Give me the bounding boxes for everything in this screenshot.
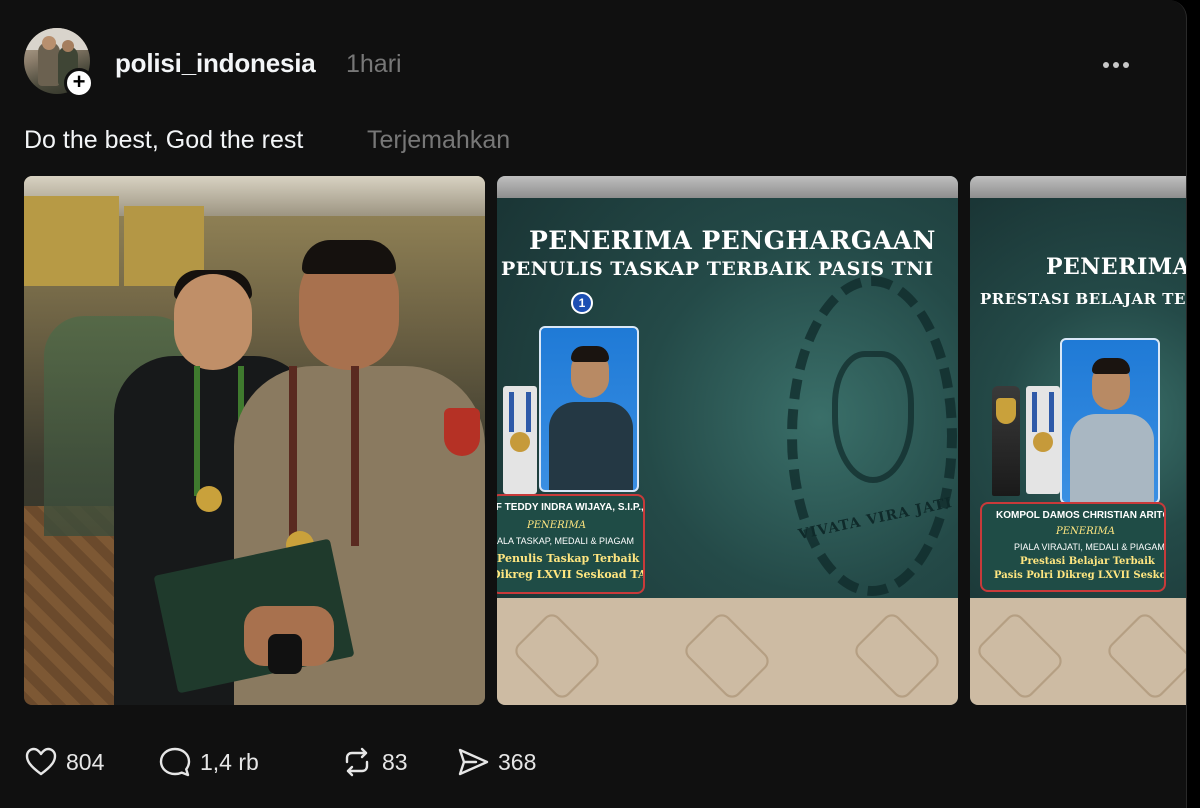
recipient-box: KOMPOL DAMOS CHRISTIAN ARITONANG PENERIM… bbox=[980, 502, 1166, 592]
post-caption: Do the best, God the rest bbox=[24, 126, 304, 154]
medal-image bbox=[503, 386, 537, 494]
repost-icon bbox=[345, 747, 369, 777]
award-desc-2: Pasis Polri Dikreg LXVII Seskoad TA 2026 bbox=[994, 570, 1166, 581]
award-desc-2: Dikreg LXVII Seskoad TA 2026 bbox=[497, 568, 645, 581]
award-desc-1: Penulis Taskap Terbaik bbox=[497, 552, 640, 565]
portrait-image bbox=[1060, 338, 1160, 504]
media-photo-award-slide-1[interactable]: VIVATA VIRA JATI PENERIMA PENGHARGAAN PE… bbox=[497, 176, 958, 705]
recipient-label: PENERIMA bbox=[1056, 526, 1116, 537]
award-desc-1: Prestasi Belajar Terbaik bbox=[1020, 556, 1155, 567]
medal-image bbox=[1026, 386, 1060, 494]
like-count: 804 bbox=[66, 748, 105, 775]
follow-button[interactable]: + bbox=[64, 68, 94, 98]
media-photo-award-slide-2[interactable]: PENERIMA PENG PRESTASI BELAJAR TERBA KOM… bbox=[970, 176, 1186, 705]
repost-button[interactable]: 83 bbox=[340, 744, 408, 780]
like-button[interactable]: 804 bbox=[24, 744, 104, 780]
send-icon bbox=[458, 748, 489, 776]
slide-title: PENERIMA PENGHARGAAN bbox=[529, 226, 936, 255]
recipient-name: KOMPOL DAMOS CHRISTIAN ARITONANG bbox=[996, 510, 1164, 521]
share-count: 368 bbox=[498, 748, 537, 775]
award-items: ALA TASKAP, MEDALI & PIAGAM bbox=[497, 536, 635, 546]
award-items: PIALA VIRAJATI, MEDALI & PIAGAM bbox=[1014, 542, 1165, 552]
portrait-image bbox=[539, 326, 639, 492]
repost-count: 83 bbox=[382, 748, 408, 775]
slide-title: PENERIMA PENG bbox=[1046, 254, 1186, 280]
recipient-box: IF TEDDY INDRA WIJAYA, S.I.P., M.SI. PEN… bbox=[497, 494, 645, 594]
heart-icon bbox=[25, 747, 57, 776]
translate-link[interactable]: Terjemahkan bbox=[367, 126, 510, 155]
recipient-name: IF TEDDY INDRA WIJAYA, S.I.P., M.SI. bbox=[497, 502, 644, 513]
media-photo-officers[interactable] bbox=[24, 176, 485, 705]
comment-icon bbox=[159, 747, 191, 777]
recipient-label: PENERIMA bbox=[527, 520, 587, 531]
reply-button[interactable]: 1,4 rb bbox=[158, 744, 259, 780]
rank-badge: 1 bbox=[571, 292, 593, 314]
slide-subtitle: PRESTASI BELAJAR TERBA bbox=[980, 290, 1186, 308]
username[interactable]: polisi_indonesia bbox=[115, 48, 316, 79]
thread-post: + polisi_indonesia 1hari Do the best, Go… bbox=[0, 0, 1187, 808]
more-dots-icon[interactable] bbox=[1103, 55, 1143, 71]
share-button[interactable]: 368 bbox=[456, 744, 536, 780]
slide-subtitle: PENULIS TASKAP TERBAIK PASIS TNI bbox=[501, 258, 934, 280]
reply-count: 1,4 rb bbox=[200, 748, 259, 775]
post-time: 1hari bbox=[346, 50, 402, 78]
trophy-image bbox=[992, 386, 1020, 496]
